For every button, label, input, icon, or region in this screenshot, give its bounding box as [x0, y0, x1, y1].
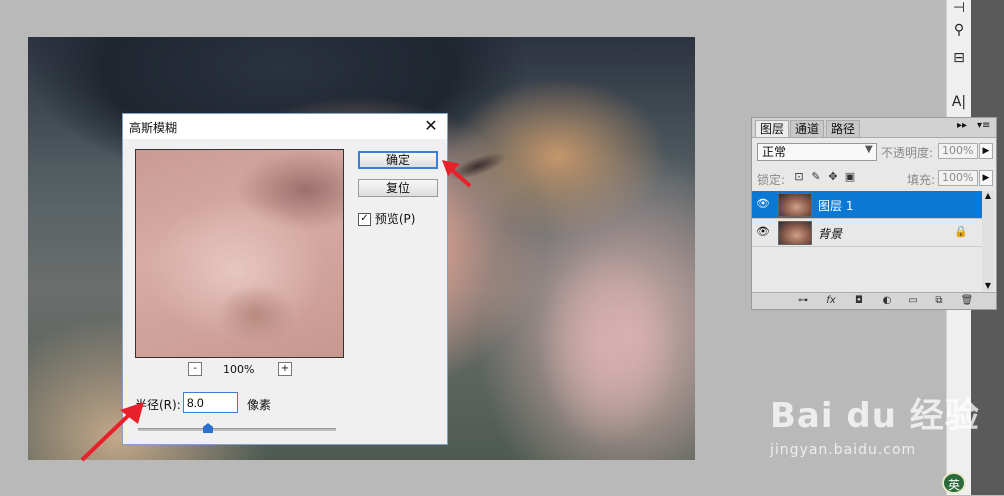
tool-text-icon[interactable]: A| — [949, 94, 969, 114]
annotation-arrow-radius — [80, 402, 144, 462]
dialog-titlebar[interactable]: 高斯模糊 ✕ — [123, 114, 447, 139]
tab-paths[interactable]: 路径 — [826, 120, 861, 137]
radius-input[interactable] — [183, 392, 238, 413]
opacity-arrow-icon[interactable]: ▶ — [979, 143, 993, 159]
zoom-out-button[interactable]: - — [188, 362, 202, 376]
lock-icon: 🔒 — [954, 225, 968, 238]
lock-transparent-icon[interactable]: ⊡ — [793, 171, 805, 183]
fx-icon[interactable]: fx — [824, 294, 838, 308]
layer-thumbnail — [778, 221, 812, 245]
layer-name: 图层 1 — [818, 199, 854, 213]
blend-mode-select[interactable]: 正常 — [757, 143, 877, 161]
fill-label: 填充: — [907, 173, 936, 187]
fill-field[interactable]: 100% — [938, 170, 978, 186]
scroll-down-icon[interactable]: ▼ — [982, 281, 994, 291]
dialog-title: 高斯模糊 — [129, 121, 178, 135]
fill-arrow-icon[interactable]: ▶ — [979, 170, 993, 186]
watermark-brand: Bai du 经验 — [770, 396, 980, 436]
layer-row[interactable]: 👁 图层 1 — [752, 191, 982, 219]
eye-icon[interactable]: 👁 — [755, 196, 771, 212]
add-mask-icon[interactable]: ◘ — [852, 294, 866, 308]
close-icon[interactable]: ✕ — [421, 116, 441, 136]
layer-thumbnail — [778, 193, 812, 217]
lock-all-icon[interactable]: ▣ — [844, 171, 856, 183]
link-layers-icon[interactable]: ⊶ — [796, 294, 810, 308]
blend-mode-value: 正常 — [762, 145, 787, 159]
collapse-icon[interactable]: ▸▸ — [957, 120, 967, 131]
tool-brush-icon[interactable]: ⊣ — [949, 0, 969, 20]
lock-move-icon[interactable]: ✥ — [827, 171, 839, 183]
blur-preview[interactable] — [135, 149, 344, 358]
reset-button[interactable]: 复位 — [358, 179, 438, 197]
layers-scrollbar[interactable]: ▲ ▼ — [982, 191, 994, 291]
radius-slider-track[interactable] — [138, 428, 336, 431]
tab-channels[interactable]: 通道 — [790, 120, 825, 137]
ime-indicator[interactable]: 英 — [942, 472, 966, 494]
zoom-in-button[interactable]: + — [278, 362, 292, 376]
new-group-icon[interactable]: ▭ — [906, 294, 920, 308]
radius-slider-thumb[interactable] — [203, 423, 213, 433]
adjustment-layer-icon[interactable]: ◐ — [880, 294, 894, 308]
opacity-label: 不透明度: — [881, 146, 934, 160]
tool-stamp-icon[interactable]: ⊟ — [949, 50, 969, 70]
scroll-up-icon[interactable]: ▲ — [982, 191, 994, 201]
gaussian-blur-dialog: 高斯模糊 ✕ - 100% + 确定 复位 ✓ 预览(P) 半径(R): 像素 — [122, 113, 448, 445]
preview-checkbox[interactable]: ✓ — [358, 213, 371, 226]
delete-layer-icon[interactable]: 🗑 — [960, 294, 974, 308]
preview-label: 预览(P) — [374, 212, 416, 226]
annotation-arrow-ok — [442, 160, 472, 188]
radius-unit: 像素 — [247, 398, 272, 412]
blend-row: 正常 ▼ 不透明度: 100% ▶ — [757, 143, 993, 161]
baidu-watermark: Bai du 经验 jingyan.baidu.com — [770, 388, 980, 458]
layers-panel: 图层 通道 路径 ▸▸ ▾≡ 正常 ▼ 不透明度: 100% ▶ 锁定: ⊡ ✎… — [751, 117, 997, 310]
layer-name: 背景 — [818, 227, 843, 241]
layer-row[interactable]: 👁 背景 🔒 — [752, 219, 982, 247]
zoom-level: 100% — [223, 363, 255, 376]
lock-row: 锁定: ⊡ ✎ ✥ ▣ 填充: 100% ▶ — [757, 170, 993, 188]
tool-clone-icon[interactable]: ⚲ — [949, 22, 969, 42]
watermark-url: jingyan.baidu.com — [770, 442, 917, 458]
panel-tabs: 图层 通道 路径 ▸▸ ▾≡ — [752, 118, 996, 138]
photo-hand — [538, 247, 678, 447]
opacity-field[interactable]: 100% — [938, 143, 978, 159]
new-layer-icon[interactable]: ⧉ — [932, 294, 946, 308]
preview-toggle[interactable]: ✓ 预览(P) — [358, 210, 415, 227]
lock-paint-icon[interactable]: ✎ — [810, 171, 822, 183]
eye-icon[interactable]: 👁 — [755, 224, 771, 240]
tab-layers[interactable]: 图层 — [755, 120, 790, 137]
ok-button[interactable]: 确定 — [358, 151, 438, 169]
lock-label: 锁定: — [757, 173, 786, 187]
chevron-down-icon[interactable]: ▼ — [865, 144, 873, 155]
panel-menu-icon[interactable]: ▾≡ — [977, 120, 990, 131]
layers-footer: ⊶ fx ◘ ◐ ▭ ⧉ 🗑 — [752, 292, 996, 309]
